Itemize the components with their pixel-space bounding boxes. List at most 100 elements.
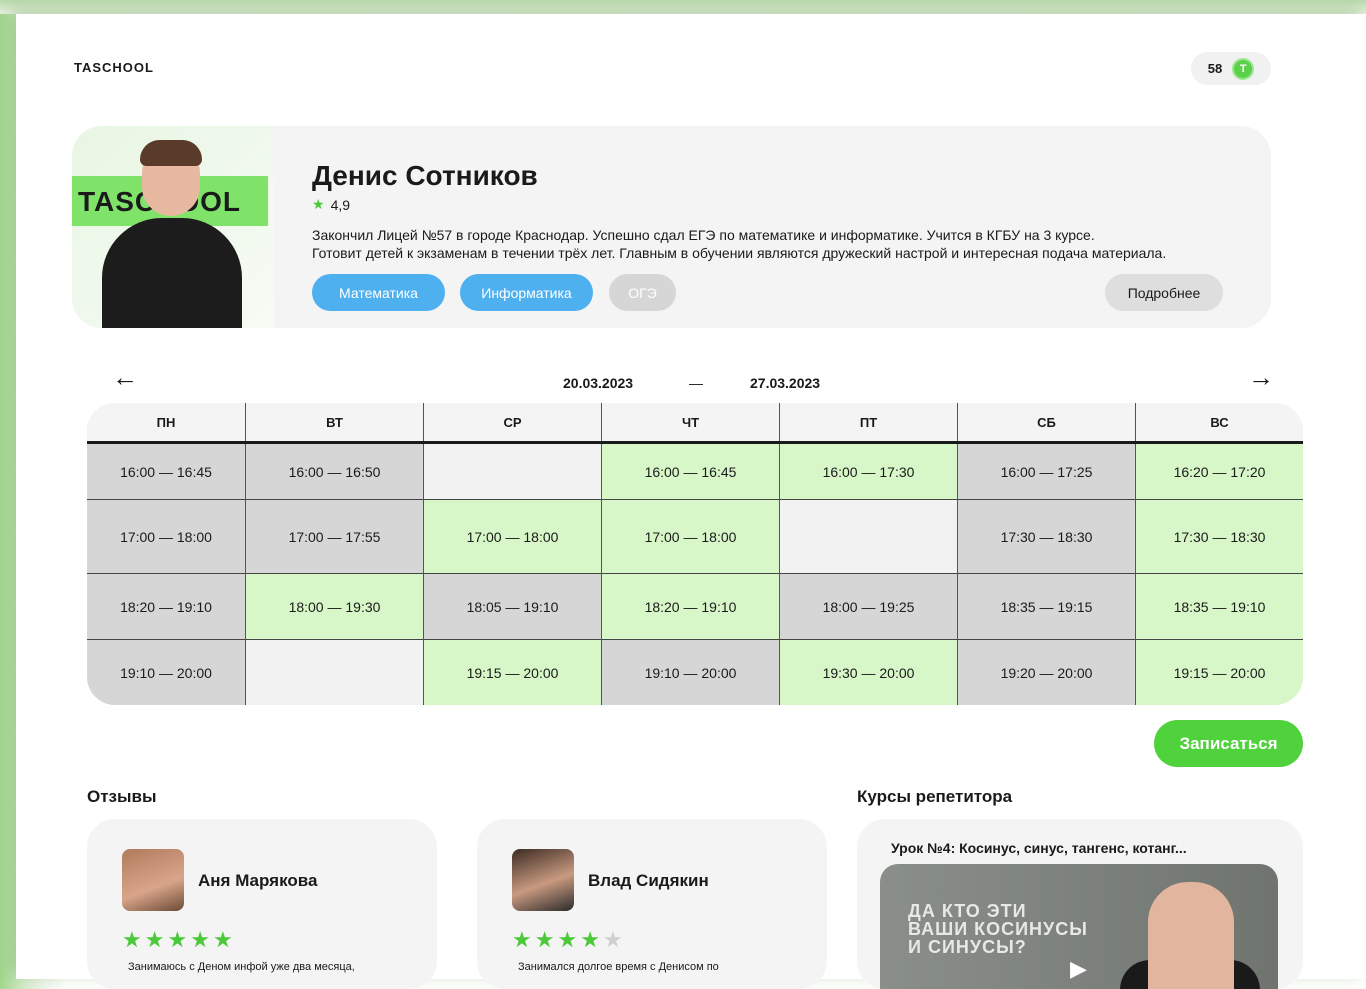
play-icon[interactable]: ▶ <box>1070 956 1087 982</box>
time-slot[interactable]: 18:00 — 19:25 <box>780 574 957 640</box>
tutor-rating: ★ 4,9 <box>312 196 350 213</box>
photo-hair <box>140 140 202 166</box>
video-caption-line: ДА КТО ЭТИ <box>908 901 1027 921</box>
day-header: ВС <box>1210 414 1229 430</box>
date-from: 20.03.2023 <box>563 375 634 391</box>
tag-math[interactable]: Математика <box>312 274 445 311</box>
time-slot[interactable]: 16:00 — 16:50 <box>246 444 423 500</box>
time-slot[interactable]: 18:05 — 19:10 <box>424 574 601 640</box>
more-button[interactable]: Подробнее <box>1105 274 1223 311</box>
star-icon: ★ <box>312 196 325 212</box>
day-column: 16:00 — 17:30 18:00 — 19:25 19:30 — 20:00 <box>780 444 958 705</box>
review-text: Занимался долгое время с Денисом по <box>518 961 719 973</box>
day-header: ПТ <box>780 403 958 441</box>
tutor-card: TASCHOOL Денис Сотников ★ 4,9 Закончил Л… <box>72 126 1271 328</box>
avatar <box>512 849 574 911</box>
video-caption-line: И СИНУСЫ? <box>908 937 1027 957</box>
video-caption-line: ВАШИ КОСИНУСЫ <box>908 919 1088 939</box>
review-text: Занимаюсь с Деном инфой уже два месяца, <box>128 961 355 973</box>
bio-line: Закончил Лицей №57 в городе Краснодар. У… <box>312 227 1095 243</box>
tag-oge[interactable]: ОГЭ <box>609 274 676 311</box>
day-column: 16:20 — 17:20 17:30 — 18:30 18:35 — 19:10 1… <box>1136 444 1303 705</box>
time-slot[interactable]: 16:00 — 17:30 <box>780 444 957 500</box>
photo-body <box>102 218 242 328</box>
empty-slot <box>780 500 957 574</box>
window-top-edge <box>0 0 1366 14</box>
review-stars: ★★★★★ <box>122 927 236 953</box>
time-slot[interactable]: 17:00 — 18:00 <box>424 500 601 574</box>
time-slot[interactable]: 17:30 — 18:30 <box>1136 500 1303 574</box>
reviews-title: Отзывы <box>87 787 157 806</box>
time-slot[interactable]: 17:00 — 18:00 <box>87 500 245 574</box>
days-header: ПН ВТ СР ЧТ ПТ СБ ВС <box>87 403 1303 444</box>
tutor-bio: Закончил Лицей №57 в городе Краснодар. У… <box>312 226 1252 262</box>
day-column: 16:00 — 16:45 17:00 — 18:00 18:20 — 19:10 1… <box>602 444 780 705</box>
day-column: 16:00 — 16:50 17:00 — 17:55 18:00 — 19:30 <box>246 444 424 705</box>
time-slot[interactable]: 19:15 — 20:00 <box>424 640 601 705</box>
prev-week-arrow-icon[interactable]: ← <box>112 364 138 390</box>
empty-slot <box>424 444 601 500</box>
time-slot[interactable]: 19:20 — 20:00 <box>958 640 1135 705</box>
time-slot[interactable]: 19:10 — 20:00 <box>87 640 245 705</box>
star-icon: ★ <box>580 927 603 952</box>
time-slot[interactable]: 16:00 — 16:45 <box>602 444 779 500</box>
day-column: 16:00 — 17:25 17:30 — 18:30 18:35 — 19:15 1… <box>958 444 1136 705</box>
time-slot[interactable]: 18:20 — 19:10 <box>602 574 779 640</box>
time-slot[interactable]: 18:20 — 19:10 <box>87 574 245 640</box>
time-slot[interactable]: 16:00 — 16:45 <box>87 444 245 500</box>
day-header: ПН <box>87 403 246 441</box>
star-icon: ★ <box>144 927 168 952</box>
course-card[interactable]: Урок №4: Косинус, синус, тангенс, котанг… <box>857 819 1303 989</box>
tutor-photo: TASCHOOL <box>72 126 274 328</box>
tutor-name: Денис Сотников <box>312 160 538 191</box>
schedule-grid: 16:00 — 16:45 17:00 — 18:00 18:20 — 19:10 1… <box>87 444 1303 705</box>
time-slot[interactable]: 19:10 — 20:00 <box>602 640 779 705</box>
time-slot[interactable]: 16:20 — 17:20 <box>1136 444 1303 500</box>
video-person <box>1148 882 1234 989</box>
date-separator: — <box>689 375 703 391</box>
star-icon: ★ <box>512 927 535 952</box>
course-title: Урок №4: Косинус, синус, тангенс, котанг… <box>891 840 1187 856</box>
star-icon: ★ <box>602 927 626 952</box>
avatar <box>122 849 184 911</box>
star-icon: ★ <box>122 927 145 952</box>
next-week-arrow-icon[interactable]: → <box>1248 364 1274 390</box>
coin-count: 58 <box>1207 61 1223 76</box>
day-header: СБ <box>958 403 1136 441</box>
coin-balance[interactable]: 58 T <box>1191 52 1271 85</box>
day-header: СР <box>424 403 602 441</box>
logo[interactable]: TASCHOOL <box>74 60 154 75</box>
rating-value: 4,9 <box>330 196 351 213</box>
tag-informatics[interactable]: Информатика <box>460 274 593 311</box>
star-icon: ★ <box>190 927 213 952</box>
date-to: 27.03.2023 <box>750 375 821 391</box>
time-slot[interactable]: 17:30 — 18:30 <box>958 500 1135 574</box>
signup-button[interactable]: Записаться <box>1154 720 1303 767</box>
star-icon: ★ <box>212 927 236 952</box>
star-icon: ★ <box>167 927 191 952</box>
day-header: ВТ <box>246 403 424 441</box>
star-icon: ★ <box>557 927 581 952</box>
course-video-thumbnail[interactable]: ДА КТО ЭТИ ВАШИ КОСИНУСЫ И СИНУСЫ? ▶ <box>880 864 1278 989</box>
empty-slot <box>246 640 423 705</box>
day-header: ЧТ <box>602 403 780 441</box>
schedule-table: ПН ВТ СР ЧТ ПТ СБ ВС 16:00 — 16:45 17:00 — 18:0… <box>87 403 1303 705</box>
reviewer-name: Влад Сидякин <box>588 871 709 890</box>
time-slot[interactable]: 17:00 — 18:00 <box>602 500 779 574</box>
time-slot[interactable]: 18:35 — 19:10 <box>1136 574 1303 640</box>
day-column: 16:00 — 16:45 17:00 — 18:00 18:20 — 19:10 1… <box>87 444 246 705</box>
star-icon: ★ <box>534 927 558 952</box>
time-slot[interactable]: 18:00 — 19:30 <box>246 574 423 640</box>
reviewer-name: Аня Марякова <box>198 871 318 890</box>
time-slot[interactable]: 16:00 — 17:25 <box>958 444 1135 500</box>
review-card[interactable]: Аня Марякова ★★★★★ Занимаюсь с Деном инф… <box>87 819 437 989</box>
video-caption: ДА КТО ЭТИ ВАШИ КОСИНУСЫ И СИНУСЫ? <box>908 902 1088 956</box>
time-slot[interactable]: 19:30 — 20:00 <box>780 640 957 705</box>
time-slot[interactable]: 18:35 — 19:15 <box>958 574 1135 640</box>
review-card[interactable]: Влад Сидякин ★★★★★ Занимался долгое врем… <box>477 819 827 989</box>
time-slot[interactable]: 17:00 — 17:55 <box>246 500 423 574</box>
coin-icon: T <box>1232 57 1255 80</box>
time-slot[interactable]: 19:15 — 20:00 <box>1136 640 1303 705</box>
day-column: 17:00 — 18:00 18:05 — 19:10 19:15 — 20:00 <box>424 444 602 705</box>
courses-title: Курсы репетитора <box>857 787 1013 806</box>
